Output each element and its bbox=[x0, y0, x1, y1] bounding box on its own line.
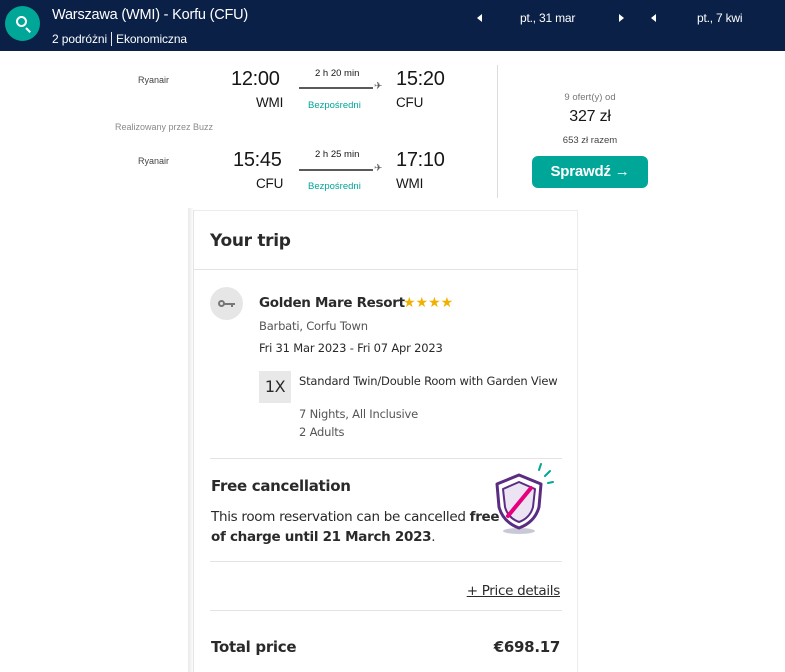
divider bbox=[210, 458, 562, 459]
stay-dates: Fri 31 Mar 2023 - Fri 07 Apr 2023 bbox=[259, 341, 443, 355]
room-board: 7 Nights, All Inclusive bbox=[299, 407, 419, 421]
cancellation-text-prefix: This room reservation can be cancelled bbox=[211, 509, 466, 525]
search-meta[interactable]: 2 podróżni Ekonomiczna bbox=[52, 32, 187, 46]
operated-by: Realizowany przez Buzz bbox=[115, 122, 214, 132]
price-per-person: 327 zł bbox=[569, 108, 611, 125]
free-cancellation-title: Free cancellation bbox=[211, 477, 351, 495]
inbound-depart-code: CFU bbox=[256, 176, 284, 191]
key-icon bbox=[210, 287, 243, 320]
price-details-link[interactable]: + Price details bbox=[467, 583, 561, 599]
travellers-count: 2 podróżni bbox=[52, 32, 108, 46]
shield-check-icon bbox=[495, 463, 554, 534]
panel-top-border bbox=[194, 210, 577, 211]
room-quantity: 1X bbox=[259, 371, 291, 403]
cancellation-text-suffix: . bbox=[431, 529, 436, 545]
card-divider bbox=[497, 65, 498, 198]
outbound-duration: 2 h 20 min bbox=[315, 68, 360, 79]
inbound-duration: 2 h 25 min bbox=[315, 149, 360, 160]
prev-depart-date-button[interactable] bbox=[472, 10, 486, 26]
total-price-label: Total price bbox=[211, 638, 297, 656]
divider bbox=[210, 561, 562, 562]
outbound-depart-code: WMI bbox=[256, 95, 284, 110]
outbound-arrive-time: 15:20 bbox=[396, 68, 445, 90]
chevron-right-icon bbox=[619, 14, 624, 22]
search-icon[interactable] bbox=[5, 6, 40, 41]
outbound-arrive-code: CFU bbox=[396, 95, 424, 110]
trip-title: Your trip bbox=[210, 231, 291, 251]
meta-divider bbox=[111, 32, 113, 46]
prev-return-date-button[interactable] bbox=[646, 10, 660, 26]
outbound-stops: Bezpośredni bbox=[308, 100, 361, 111]
chevron-left-icon bbox=[651, 14, 656, 22]
inbound-depart-time: 15:45 bbox=[233, 149, 282, 171]
divider bbox=[194, 269, 578, 270]
outbound-route-line bbox=[299, 87, 373, 89]
outbound-airline: Ryanair bbox=[138, 75, 170, 85]
hotel-star-rating: ★★★★ bbox=[403, 294, 454, 310]
offers-count: 9 ofert(y) od bbox=[564, 92, 616, 103]
inbound-airline: Ryanair bbox=[138, 156, 170, 166]
inbound-arrive-time: 17:10 bbox=[396, 149, 445, 171]
total-price-value: €698.17 bbox=[493, 638, 561, 656]
inbound-stops: Bezpośredni bbox=[308, 181, 361, 192]
divider bbox=[210, 610, 562, 611]
top-bar: Warszawa (WMI) - Korfu (CFU) 2 podróżni E… bbox=[0, 0, 785, 51]
return-date[interactable]: pt., 7 kwi bbox=[697, 11, 743, 25]
route-title[interactable]: Warszawa (WMI) - Korfu (CFU) bbox=[52, 7, 248, 23]
depart-date[interactable]: pt., 31 mar bbox=[520, 11, 575, 25]
inbound-arrive-code: WMI bbox=[396, 176, 424, 191]
room-name: Standard Twin/Double Room with Garden Vi… bbox=[299, 374, 558, 388]
free-cancellation-text: This room reservation can be cancelled f… bbox=[211, 507, 501, 547]
price-total: 653 zł razem bbox=[562, 135, 618, 146]
outbound-depart-time: 12:00 bbox=[231, 68, 280, 90]
plane-icon: ✈ bbox=[374, 81, 383, 92]
trip-panel: Your trip Golden Mare Resort ★★★★ Barbat… bbox=[193, 210, 578, 672]
hotel-name[interactable]: Golden Mare Resort bbox=[259, 295, 405, 311]
cabin-class: Ekonomiczna bbox=[116, 32, 187, 46]
next-depart-date-button[interactable] bbox=[614, 10, 628, 26]
chevron-left-icon bbox=[477, 14, 482, 22]
plane-icon: ✈ bbox=[374, 163, 383, 174]
inbound-route-line bbox=[299, 169, 373, 171]
hotel-location: Barbati, Corfu Town bbox=[259, 319, 368, 333]
room-guests: 2 Adults bbox=[299, 425, 345, 439]
check-deal-button[interactable]: Sprawdź → bbox=[532, 156, 648, 188]
